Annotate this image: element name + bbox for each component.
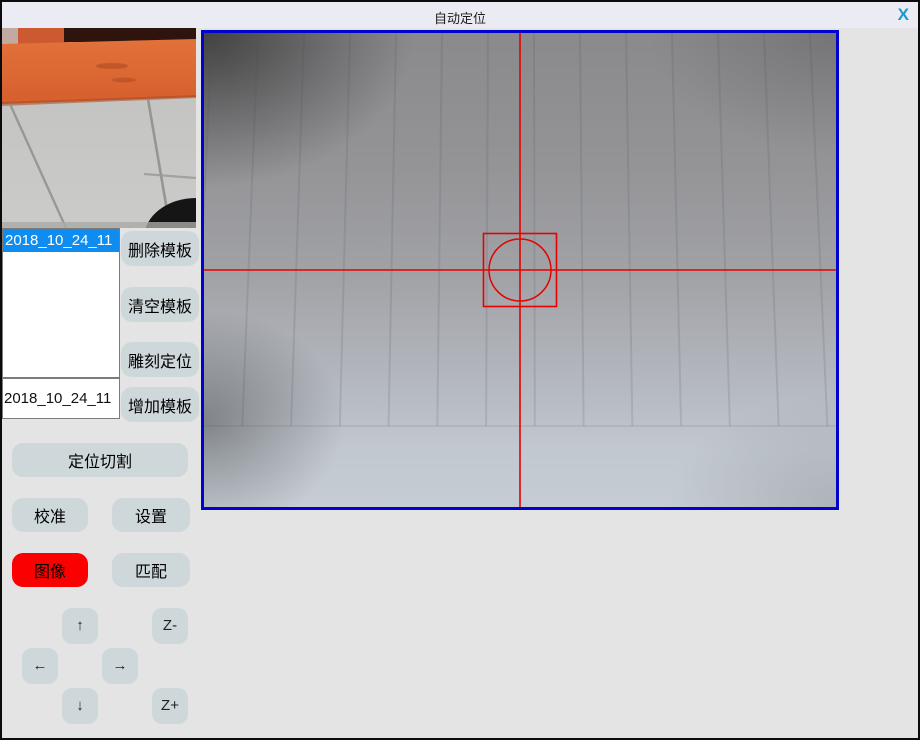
dialog-title: 自动定位	[2, 8, 918, 27]
jog-down-button[interactable]: ↓	[62, 688, 98, 724]
delete-template-button[interactable]: 删除模板	[121, 231, 199, 266]
settings-button[interactable]: 设置	[112, 498, 190, 532]
template-preview-drawing	[2, 28, 196, 228]
template-name-input[interactable]	[2, 378, 120, 419]
clear-templates-button[interactable]: 清空模板	[121, 287, 199, 322]
template-list-item[interactable]: 2018_10_24_11	[3, 229, 119, 252]
camera-view[interactable]	[201, 30, 839, 510]
template-list[interactable]: 2018_10_24_11	[2, 228, 120, 378]
jog-right-button[interactable]: →	[102, 648, 138, 684]
jog-z-minus-button[interactable]: Z-	[152, 608, 188, 644]
match-button[interactable]: 匹配	[112, 553, 190, 587]
jog-up-button[interactable]: ↑	[62, 608, 98, 644]
engrave-position-button[interactable]: 雕刻定位	[121, 342, 199, 377]
camera-overlay	[204, 33, 836, 507]
template-preview-image	[2, 28, 196, 228]
close-icon[interactable]: X	[898, 4, 909, 26]
auto-position-dialog: 自动定位 X	[0, 0, 920, 740]
position-cut-button[interactable]: 定位切割	[12, 443, 188, 477]
titlebar: 自动定位 X	[2, 2, 918, 28]
image-button[interactable]: 图像	[12, 553, 88, 587]
jog-z-plus-button[interactable]: Z+	[152, 688, 188, 724]
calibrate-button[interactable]: 校准	[12, 498, 88, 532]
jog-left-button[interactable]: ←	[22, 648, 58, 684]
add-template-button[interactable]: 增加模板	[121, 387, 199, 422]
